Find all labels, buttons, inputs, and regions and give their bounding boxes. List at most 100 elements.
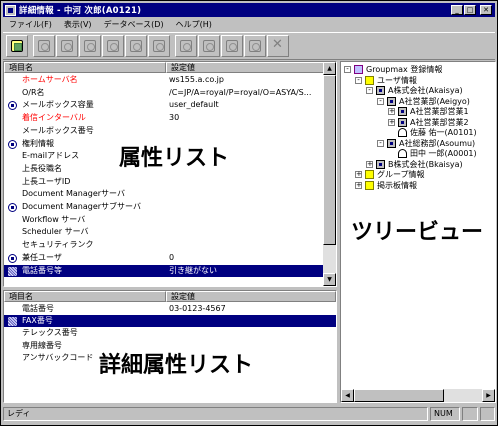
detail-label: 電話番号	[22, 304, 54, 313]
attr-header-value[interactable]: 設定値	[166, 62, 324, 73]
attribute-row[interactable]: Document Managerサーバ	[4, 188, 323, 200]
bulletin-button[interactable]	[148, 35, 170, 57]
menu-file[interactable]: ファイル(F)	[9, 19, 52, 30]
maximize-button[interactable]: □	[464, 5, 476, 15]
attribute-label: 上長役職名	[22, 163, 62, 173]
scroll-thumb[interactable]	[323, 75, 336, 245]
detail-header-value[interactable]: 設定値	[166, 291, 336, 302]
tree-node[interactable]: + 掲示板情報	[341, 180, 495, 191]
attribute-row[interactable]: 兼任ユーザ 0	[4, 252, 323, 264]
close-button[interactable]: ✕	[480, 5, 492, 15]
collapse-icon[interactable]: -	[366, 87, 373, 94]
tree-node[interactable]: + A社営業部営業2	[341, 117, 495, 128]
org-icon	[387, 96, 396, 106]
user-add-button[interactable]	[79, 35, 101, 57]
attribute-row[interactable]: 上長ユーザID	[4, 176, 323, 188]
attribute-label: 上長ユーザID	[22, 176, 71, 186]
menu-help[interactable]: ヘルプ(H)	[176, 19, 212, 30]
attr-vertical-scrollbar[interactable]: ▲ ▼	[323, 62, 336, 286]
folder-icon	[365, 75, 374, 85]
attribute-group-icon	[8, 139, 17, 149]
tree-node[interactable]: - Groupmax 登録情報	[341, 64, 495, 75]
attribute-row[interactable]: ホームサーバ名 ws155.a.co.jp	[4, 74, 323, 86]
scroll-left-button[interactable]: ◀	[341, 389, 354, 402]
attribute-label: ホームサーバ名	[22, 75, 78, 84]
collapse-icon[interactable]: -	[355, 76, 362, 84]
delete-link-button[interactable]	[221, 35, 243, 57]
attribute-row[interactable]: O/R名/C=JP/A=royal/P=royal/O=ASYA/S...	[4, 87, 323, 99]
group-add-button[interactable]	[102, 35, 124, 57]
tree-node[interactable]: 佐藤 佑一(A0101)	[341, 127, 495, 138]
attribute-group-icon	[8, 253, 17, 263]
move-user-button[interactable]	[198, 35, 220, 57]
delete-icon	[272, 37, 284, 52]
tree-node[interactable]: - A社総務部(Asoumu)	[341, 138, 495, 149]
org-add-icon	[61, 40, 73, 52]
attribute-value: 0	[169, 252, 175, 262]
org-button[interactable]	[33, 35, 55, 57]
tree-node-label: A社営業部営業2	[410, 117, 469, 127]
menu-database[interactable]: データベース(D)	[104, 19, 164, 30]
tree-node[interactable]: - A社営業部(Aeigyo)	[341, 96, 495, 107]
attribute-row[interactable]: Workflow サーバ	[4, 214, 323, 226]
attribute-label: メールボックス番号	[22, 125, 94, 135]
expand-icon[interactable]: +	[388, 118, 395, 126]
tree-node[interactable]: + A社営業部営業1	[341, 106, 495, 117]
tree-node-label: ユーザ情報	[377, 75, 417, 85]
attribute-label: 兼任ユーザ	[22, 252, 62, 262]
app-icon[interactable]	[5, 4, 16, 16]
tree-node[interactable]: + B株式会社(Bkaisya)	[341, 159, 495, 170]
detail-header-item[interactable]: 項目名	[4, 291, 166, 302]
mailbox-button[interactable]	[125, 35, 147, 57]
menu-view[interactable]: 表示(V)	[64, 19, 92, 30]
detail-row[interactable]: FAX番号	[4, 315, 336, 328]
delete-button[interactable]	[267, 35, 289, 57]
folder-icon	[365, 170, 374, 179]
lock-button[interactable]	[244, 35, 266, 57]
expand-icon[interactable]: +	[388, 108, 395, 115]
tree-node[interactable]: + グループ情報	[341, 169, 495, 180]
collapse-icon[interactable]: -	[377, 97, 384, 105]
detail-row[interactable]: テレックス番号	[4, 327, 336, 339]
detail-row[interactable]: 電話番号 03-0123-4567	[4, 303, 336, 315]
attribute-row[interactable]: Scheduler サーバ	[4, 226, 323, 238]
tree-node[interactable]: - ユーザ情報	[341, 75, 495, 86]
tree-node[interactable]: - A株式会社(Akaisya)	[341, 85, 495, 96]
attribute-row[interactable]: セキュリティランク	[4, 239, 323, 251]
collapse-icon[interactable]: -	[377, 139, 384, 147]
minimize-button[interactable]: _	[451, 5, 463, 15]
pattern-attribute-icon	[8, 266, 17, 276]
scroll-up-button[interactable]: ▲	[323, 62, 336, 75]
scroll-right-button[interactable]: ▶	[482, 389, 495, 402]
attribute-row[interactable]: 着信インターバル 30	[4, 112, 323, 124]
user-icon	[398, 149, 407, 158]
tree-horizontal-scrollbar[interactable]: ◀ ▶	[341, 389, 495, 402]
group-add-icon	[107, 40, 119, 52]
attribute-label: 着信インターバル	[22, 113, 86, 123]
tree-node[interactable]: 田中 一郎(A0001)	[341, 148, 495, 159]
expand-icon[interactable]: +	[355, 171, 362, 178]
tree-scroll-thumb[interactable]	[354, 389, 444, 402]
attribute-row[interactable]: メールボックス番号	[4, 125, 323, 137]
attribute-row[interactable]: 電話番号等 引き継がない	[4, 264, 323, 277]
attribute-list[interactable]: 項目名 設定値 ホームサーバ名 ws155.a.co.jp O/R名/C=JP/A=…	[3, 61, 337, 287]
tree-node-label: 掲示板情報	[377, 180, 417, 190]
collapse-icon[interactable]: -	[344, 66, 351, 73]
attribute-label: Scheduler サーバ	[22, 227, 89, 237]
org-icon	[38, 40, 50, 52]
expand-icon[interactable]: +	[366, 160, 373, 168]
status-text: レディ	[3, 407, 428, 421]
org-add-button[interactable]	[56, 35, 78, 57]
attribute-row[interactable]: Document Managerサブサーバ	[4, 201, 323, 213]
new-entry-button[interactable]	[6, 35, 28, 57]
move-button[interactable]	[175, 35, 197, 57]
detail-attribute-list[interactable]: 項目名 設定値 電話番号 03-0123-4567 FAX番号 テレックス番号 専用線番…	[3, 290, 337, 403]
bulletin-icon	[153, 40, 165, 52]
title-bar[interactable]: 詳細情報 - 中河 次郎(A0121) _ □ ✕	[3, 3, 495, 17]
attribute-row[interactable]: メールボックス容量 user_default	[4, 99, 323, 111]
scroll-down-button[interactable]: ▼	[323, 273, 336, 286]
user-add-icon	[84, 40, 96, 52]
tree-view[interactable]: - Groupmax 登録情報 - ユーザ情報 - A株式会社(Akaisya) - A社営業…	[340, 61, 496, 403]
expand-icon[interactable]: +	[355, 181, 362, 189]
attr-header-item[interactable]: 項目名	[4, 62, 166, 73]
